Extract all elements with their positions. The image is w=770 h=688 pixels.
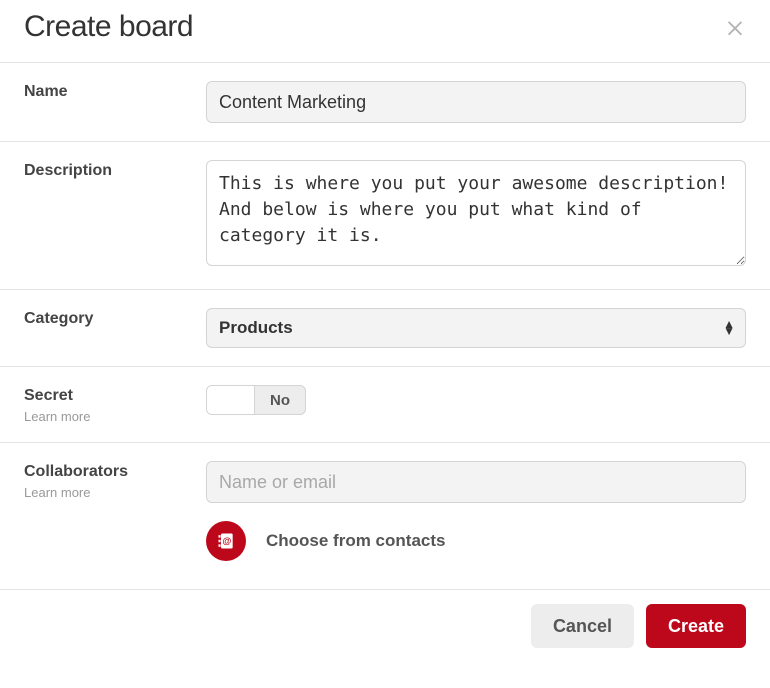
collaborators-section: Collaborators Learn more @ Choose from c… <box>0 443 770 589</box>
category-selected-value: Products <box>219 318 293 338</box>
create-board-modal: Create board Name Description Category P… <box>0 0 770 662</box>
description-label: Description <box>24 162 206 180</box>
modal-header: Create board <box>0 0 770 63</box>
name-input[interactable] <box>206 81 746 123</box>
secret-label: Secret <box>24 387 206 405</box>
cancel-button[interactable]: Cancel <box>531 604 634 648</box>
secret-learn-more-link[interactable]: Learn more <box>24 409 206 424</box>
modal-footer: Cancel Create <box>0 589 770 662</box>
choose-contacts-label: Choose from contacts <box>266 531 445 551</box>
secret-toggle[interactable]: No <box>206 385 306 415</box>
modal-title: Create board <box>24 10 193 44</box>
contacts-icon: @ <box>206 521 246 561</box>
description-section: Description <box>0 142 770 290</box>
collaborators-input[interactable] <box>206 461 746 503</box>
create-button[interactable]: Create <box>646 604 746 648</box>
secret-section: Secret Learn more No <box>0 367 770 443</box>
category-section: Category Products ▲▼ <box>0 290 770 367</box>
name-section: Name <box>0 63 770 142</box>
description-textarea[interactable] <box>206 160 746 266</box>
close-button[interactable] <box>724 16 746 38</box>
collaborators-label: Collaborators <box>24 463 206 481</box>
toggle-knob <box>207 386 255 414</box>
category-label: Category <box>24 310 206 328</box>
toggle-state-label: No <box>255 386 305 414</box>
address-book-icon: @ <box>216 531 236 551</box>
svg-text:@: @ <box>222 536 231 546</box>
close-icon <box>724 16 746 38</box>
category-select[interactable]: Products ▲▼ <box>206 308 746 348</box>
collaborators-learn-more-link[interactable]: Learn more <box>24 485 206 500</box>
name-label: Name <box>24 83 206 101</box>
choose-contacts-row[interactable]: @ Choose from contacts <box>206 521 746 561</box>
chevron-updown-icon: ▲▼ <box>723 321 735 335</box>
